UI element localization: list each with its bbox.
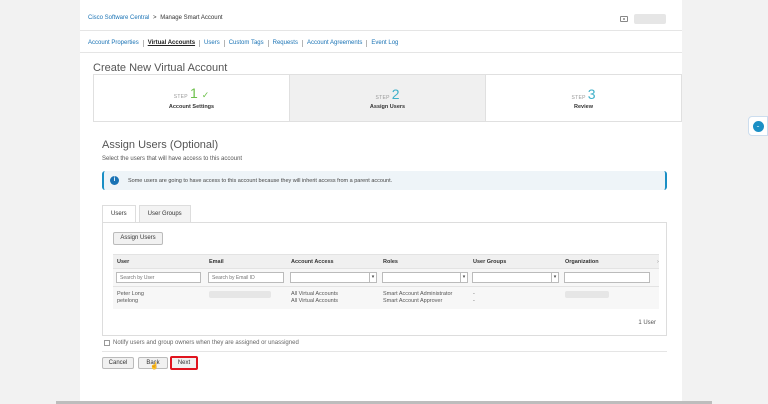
column-header-account-access[interactable]: Account Access (287, 255, 334, 269)
wizard-step-2: STEP 2 Assign Users (290, 75, 486, 121)
assign-users-button[interactable]: Assign Users (113, 232, 163, 245)
inherit-access-alert: i Some users are going to have access to… (102, 171, 667, 190)
checkmark-icon: ✓ (201, 90, 210, 100)
step-label: Review (574, 103, 593, 110)
notify-checkbox[interactable] (104, 340, 110, 346)
filter-row (113, 268, 659, 286)
organization-filter-input[interactable] (564, 272, 650, 283)
organization-cell (561, 291, 609, 301)
user-id: petelong (117, 298, 139, 304)
header-tools (620, 14, 666, 24)
user-count: 1 User (638, 320, 656, 326)
scroll-right-icon[interactable]: › (653, 255, 659, 269)
user-filter-input[interactable] (116, 272, 201, 283)
mouse-cursor-icon: ☝ (150, 363, 159, 370)
step-word: STEP (571, 94, 586, 101)
step-label: Assign Users (369, 103, 406, 110)
breadcrumb: Cisco Software Central > Manage Smart Ac… (88, 15, 223, 21)
notify-label: Notify users and group owners when they … (113, 340, 299, 346)
camera-icon[interactable] (620, 16, 628, 22)
column-header-user-groups[interactable]: User Groups (469, 255, 506, 269)
roles-filter-select[interactable] (382, 272, 468, 283)
table-header: User Email Account Access Roles User Gro… (113, 254, 659, 268)
step-number: 2 (391, 85, 400, 102)
chat-widget[interactable]: .. (748, 116, 768, 136)
column-header-user[interactable]: User (113, 255, 129, 269)
wizard-step-3: STEP 3 Review (486, 75, 681, 121)
section-title: Assign Users (Optional) (102, 139, 219, 151)
cancel-button[interactable]: Cancel (102, 357, 134, 369)
email-filter-input[interactable] (208, 272, 284, 283)
breadcrumb-separator: > (153, 15, 157, 21)
account-access-value: All Virtual Accounts (291, 298, 338, 304)
table-row[interactable]: Peter Long petelong All Virtual Accounts… (113, 286, 659, 309)
column-header-roles[interactable]: Roles (379, 255, 398, 269)
column-header-email[interactable]: Email (205, 255, 224, 269)
footer-divider (102, 351, 667, 352)
alert-text: Some users are going to have access to t… (128, 177, 393, 184)
email-cell (205, 291, 271, 301)
notify-option[interactable]: Notify users and group owners when they … (104, 340, 299, 346)
redacted-email (209, 291, 271, 298)
account-access-filter-select[interactable] (290, 272, 377, 283)
breadcrumb-current: Manage Smart Account (160, 15, 223, 21)
next-button[interactable]: Next (170, 356, 198, 370)
step-number: 1 (189, 85, 198, 101)
redacted-organization (565, 291, 609, 298)
step-word: STEP (173, 94, 188, 100)
wizard-step-1: STEP 1 ✓ Account Settings (94, 75, 290, 121)
role-value: Smart Account Administrator (383, 291, 453, 297)
tab-bar: Users User Groups (102, 205, 191, 223)
users-tab-panel: Assign Users User Email Account Access R… (102, 222, 667, 336)
page-title: Create New Virtual Account (93, 62, 228, 74)
roles-cell: Smart Account Administrator Smart Accoun… (379, 291, 452, 305)
nav-users[interactable]: Users (200, 40, 225, 47)
account-nav: Account Properties Virtual Accounts User… (88, 40, 402, 47)
user-groups-cell: - - (469, 291, 475, 305)
step-label: Account Settings (168, 104, 215, 110)
wizard-steps: STEP 1 ✓ Account Settings STEP 2 Assign … (93, 74, 682, 122)
tab-users[interactable]: Users (102, 205, 136, 223)
nav-requests[interactable]: Requests (269, 40, 303, 47)
user-cell: Peter Long petelong (113, 291, 144, 305)
user-menu[interactable] (634, 14, 666, 24)
info-icon: i (110, 176, 119, 185)
role-value: Smart Account Approver (383, 298, 443, 304)
nav-event-log[interactable]: Event Log (367, 40, 402, 47)
step-word: STEP (375, 94, 390, 101)
chat-bubble-icon: .. (752, 120, 764, 132)
main-page: Cisco Software Central > Manage Smart Ac… (80, 0, 682, 404)
account-access-value: All Virtual Accounts (291, 291, 338, 297)
nav-account-properties[interactable]: Account Properties (88, 40, 144, 47)
nav-custom-tags[interactable]: Custom Tags (225, 40, 269, 47)
users-table: User Email Account Access Roles User Gro… (113, 254, 659, 309)
user-name: Peter Long (117, 291, 144, 297)
column-header-organization[interactable]: Organization (561, 255, 599, 269)
step-number: 3 (587, 85, 596, 102)
nav-divider (80, 52, 682, 53)
breadcrumb-root-link[interactable]: Cisco Software Central (88, 15, 149, 21)
header-divider (80, 30, 682, 31)
user-group-value: - (473, 291, 475, 297)
nav-virtual-accounts[interactable]: Virtual Accounts (144, 40, 201, 47)
tab-user-groups[interactable]: User Groups (138, 205, 191, 222)
section-subtitle: Select the users that will have access t… (102, 156, 243, 162)
nav-account-agreements[interactable]: Account Agreements (303, 40, 368, 47)
user-group-value: - (473, 298, 475, 304)
user-groups-filter-select[interactable] (472, 272, 559, 283)
account-access-cell: All Virtual Accounts All Virtual Account… (287, 291, 338, 305)
